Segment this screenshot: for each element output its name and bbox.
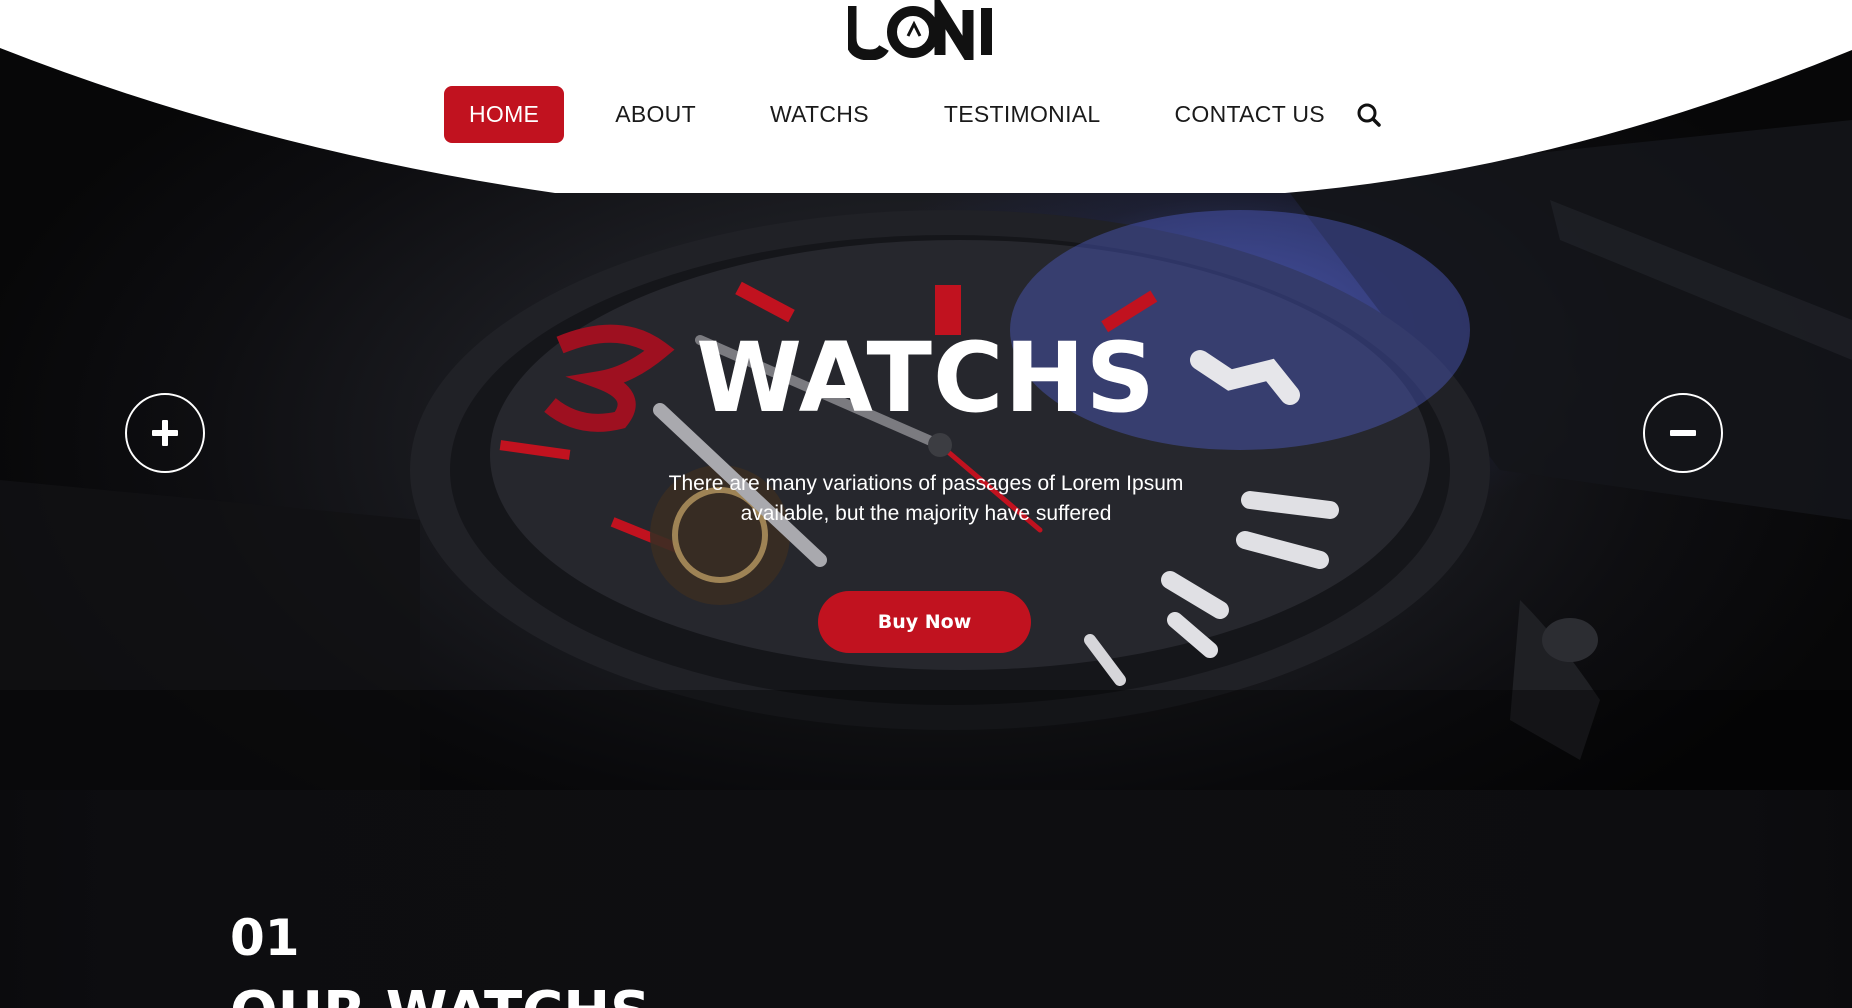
page: HOME ABOUT WATCHS TESTIMONIAL CONTACT US… [0,0,1852,1008]
slider-prev-button[interactable] [125,393,205,473]
hero-banner: HOME ABOUT WATCHS TESTIMONIAL CONTACT US… [0,0,1852,790]
hero-subtitle: There are many variations of passages of… [626,469,1226,529]
minus-icon [1670,430,1696,436]
nav-item-testimonial[interactable]: TESTIMONIAL [944,101,1101,128]
nav-item-about[interactable]: ABOUT [615,101,696,128]
search-icon [1357,103,1381,127]
plus-icon [152,420,178,446]
hero-subtitle-line-1: There are many variations of passages of… [668,472,1184,495]
nav-item-home[interactable]: HOME [444,86,565,143]
section-title: OUR WATCHS [230,978,650,1008]
slider-next-button[interactable] [1643,393,1723,473]
nav-item-contact-us[interactable]: CONTACT US [1175,101,1325,128]
brand-logo[interactable] [848,0,1000,60]
main-nav: HOME ABOUT WATCHS TESTIMONIAL CONTACT US [444,86,1325,143]
our-watchs-section: 01 OUR WATCHS [0,790,1852,1008]
search-button[interactable] [1354,100,1384,130]
hero-title: WATCHS [696,322,1156,434]
section-number: 01 [230,909,300,967]
buy-now-button[interactable]: Buy Now [818,591,1031,653]
hero-subtitle-line-2: available, but the majority have suffere… [740,502,1112,525]
nav-item-watchs[interactable]: WATCHS [770,101,869,128]
